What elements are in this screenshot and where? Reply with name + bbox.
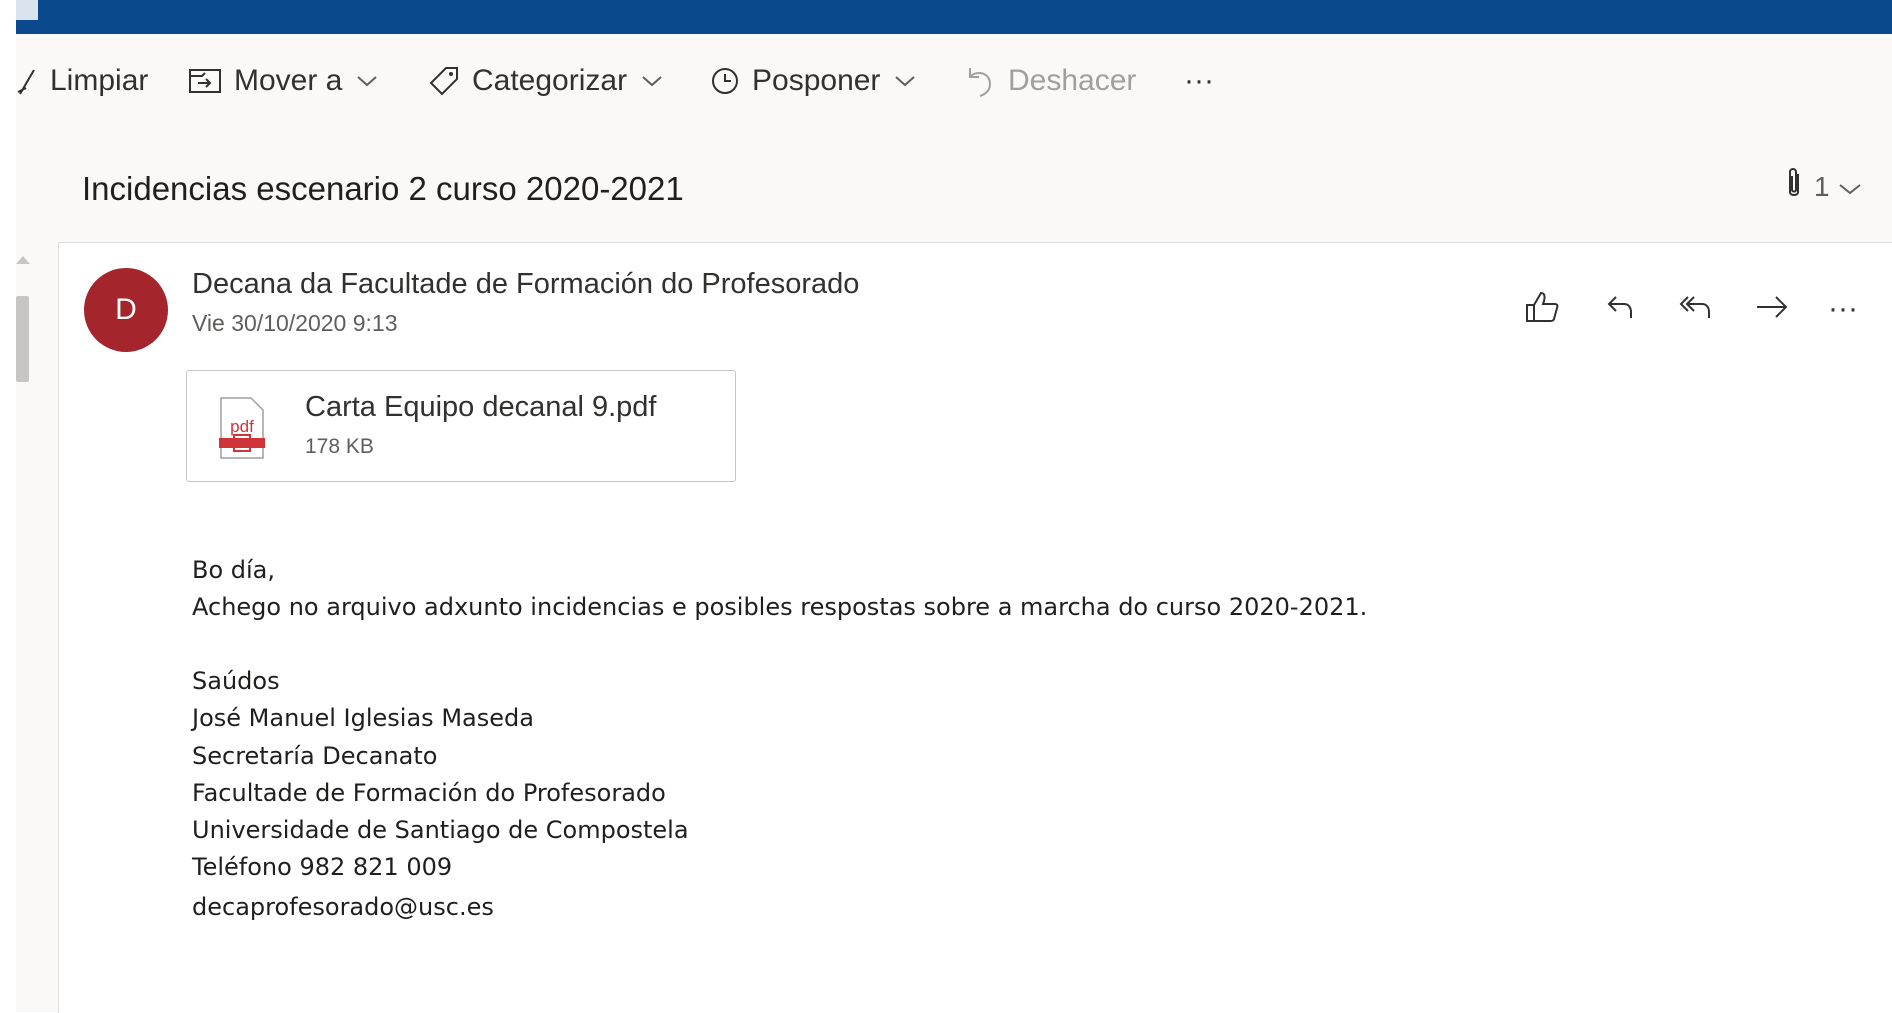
forward-button[interactable] <box>1754 284 1790 334</box>
undo-button[interactable]: Deshacer <box>966 34 1136 128</box>
body-line: Facultade de Formación do Profesorado <box>192 779 666 807</box>
reply-all-icon <box>1678 291 1714 328</box>
message-subject: Incidencias escenario 2 curso 2020-2021 <box>82 170 684 207</box>
body-line: Universidade de Santiago de Compostela <box>192 816 689 844</box>
body-line: Achego no arquivo adxunto incidencias e … <box>192 593 1368 621</box>
command-toolbar: Limpiar Mover a Categorizar Posponer Des… <box>16 34 1892 128</box>
scroll-thumb[interactable] <box>16 296 29 382</box>
scrollbar[interactable] <box>16 248 40 1012</box>
move-to-button[interactable]: Mover a <box>188 34 378 128</box>
pdf-type-label: pdf <box>230 417 254 436</box>
categorize-label: Categorizar <box>472 64 628 97</box>
body-line: José Manuel Iglesias Maseda <box>192 704 534 732</box>
reply-icon <box>1604 291 1636 328</box>
snooze-label: Posponer <box>752 64 881 97</box>
body-line: Teléfono 982 821 009 <box>192 853 453 881</box>
undo-label: Deshacer <box>1008 64 1137 97</box>
attachment-card[interactable]: pdf Carta Equipo decanal 9.pdf 178 KB <box>186 370 736 482</box>
reply-all-button[interactable] <box>1678 284 1714 334</box>
like-button[interactable] <box>1524 284 1560 334</box>
attachment-name[interactable]: Carta Equipo decanal 9.pdf <box>305 391 656 424</box>
thumbs-up-icon <box>1524 289 1560 330</box>
arrow-right-icon <box>1754 291 1790 328</box>
sweep-label: Limpiar <box>50 64 149 97</box>
chevron-down-icon <box>894 74 916 88</box>
reply-button[interactable] <box>1604 284 1636 334</box>
body-line: Saúdos <box>192 667 280 695</box>
paperclip-icon <box>1784 166 1804 207</box>
avatar[interactable]: D <box>84 268 168 352</box>
attachment-count-toggle[interactable]: 1 <box>1784 166 1862 207</box>
sweep-button[interactable]: Limpiar <box>16 34 148 128</box>
message-date: Vie 30/10/2020 9:13 <box>192 310 398 336</box>
chevron-down-icon <box>356 74 378 88</box>
body-line: Secretaría Decanato <box>192 742 438 770</box>
attachment-size: 178 KB <box>305 435 374 458</box>
chevron-down-icon <box>641 74 663 88</box>
pdf-file-icon: pdf <box>217 396 267 460</box>
scroll-up-arrow-icon[interactable] <box>16 256 30 264</box>
broom-icon <box>16 66 38 96</box>
undo-icon <box>966 64 996 98</box>
move-folder-icon <box>188 67 222 95</box>
clock-icon <box>710 66 740 96</box>
more-icon: ··· <box>1828 292 1858 325</box>
tag-icon <box>428 65 460 97</box>
more-commands-button[interactable]: ··· <box>1184 34 1214 128</box>
left-edge <box>0 0 16 1012</box>
categorize-button[interactable]: Categorizar <box>428 34 663 128</box>
attachment-count: 1 <box>1814 170 1830 202</box>
move-to-label: Mover a <box>234 64 343 97</box>
body-line: Bo día, <box>192 556 276 584</box>
chevron-down-icon <box>1838 171 1862 203</box>
more-icon: ··· <box>1184 64 1214 97</box>
more-actions-button[interactable]: ··· <box>1828 284 1858 334</box>
snooze-button[interactable]: Posponer <box>710 34 916 128</box>
app-header-bar <box>0 0 1892 34</box>
sender-name[interactable]: Decana da Facultade de Formación do Prof… <box>192 268 859 301</box>
email-link[interactable]: decaprofesorado@usc.es <box>192 893 494 921</box>
